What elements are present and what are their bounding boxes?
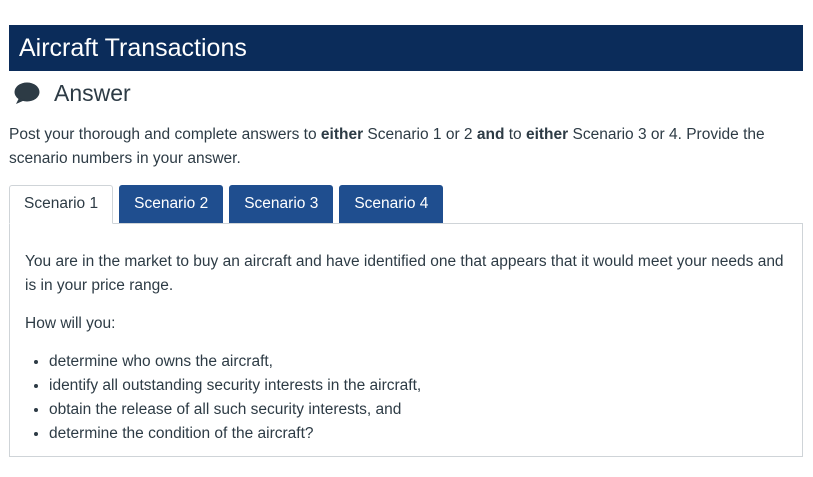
- tab-scenario-2[interactable]: Scenario 2: [119, 185, 224, 223]
- tab-scenario-1[interactable]: Scenario 1: [9, 185, 114, 224]
- scenario-intro: You are in the market to buy an aircraft…: [25, 253, 784, 294]
- instructions-emphasis: either: [320, 126, 364, 143]
- answer-title: Answer: [54, 79, 131, 106]
- instructions-emphasis: and: [476, 126, 505, 143]
- answer-heading: Answer: [14, 78, 131, 108]
- list-item: determine who owns the aircraft,: [49, 350, 787, 374]
- instructions-emphasis: either: [525, 126, 569, 143]
- tab-panel-scenario-1: You are in the market to buy an aircraft…: [9, 223, 803, 457]
- scenario-bullet-list: determine who owns the aircraft, identif…: [25, 350, 787, 446]
- page-header: Aircraft Transactions: [9, 25, 803, 71]
- instructions-part: Post your thorough and complete answers …: [9, 126, 321, 143]
- list-item: determine the condition of the aircraft?: [49, 422, 787, 446]
- tab-scenario-4[interactable]: Scenario 4: [339, 185, 444, 223]
- instructions-part: to: [504, 126, 526, 143]
- speech-bubble-icon: [14, 82, 40, 104]
- list-item: identify all outstanding security intere…: [49, 374, 787, 398]
- scenario-question: How will you:: [25, 315, 116, 332]
- instructions-text: Post your thorough and complete answers …: [9, 123, 799, 171]
- page-title: Aircraft Transactions: [19, 34, 247, 62]
- instructions-part: Scenario 1 or 2: [363, 126, 477, 143]
- tab-scenario-3[interactable]: Scenario 3: [229, 185, 334, 223]
- list-item: obtain the release of all such security …: [49, 398, 787, 422]
- scenario-tabs: Scenario 1 Scenario 2 Scenario 3 Scenari…: [9, 185, 449, 224]
